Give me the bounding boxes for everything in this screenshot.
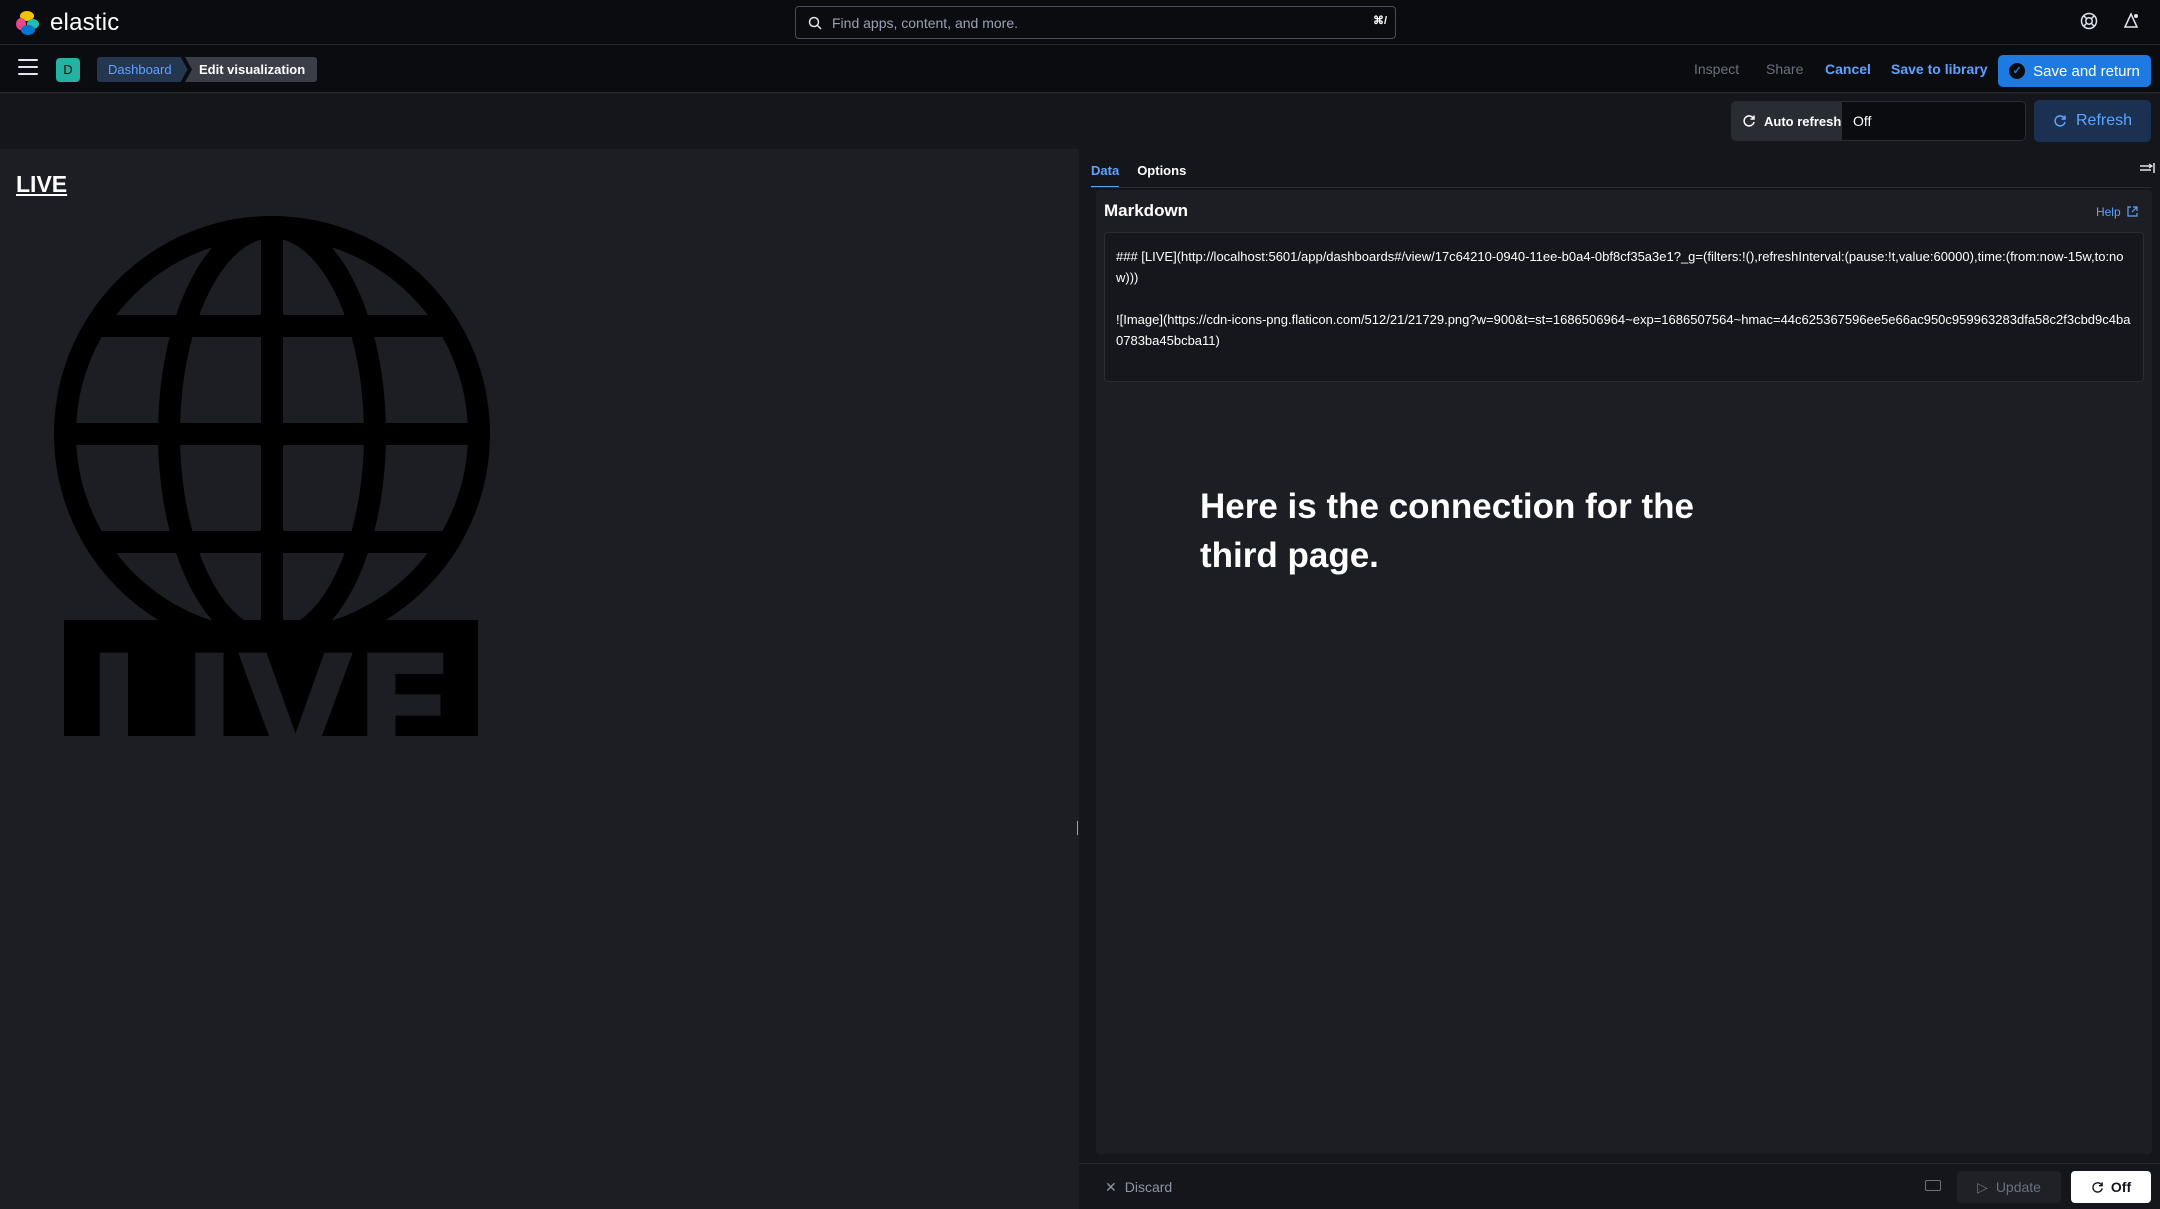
update-button[interactable]: ▷ Update xyxy=(1957,1171,2061,1203)
newsfeed-icon[interactable] xyxy=(2121,12,2141,32)
menu-icon[interactable] xyxy=(18,59,38,77)
refresh-cycle-icon xyxy=(1743,115,1755,127)
markdown-title: Markdown xyxy=(1104,201,1189,220)
discard-button[interactable]: ✕ Discard xyxy=(1105,1179,1172,1196)
close-icon: ✕ xyxy=(1105,1179,1117,1195)
logo-text: elastic xyxy=(50,9,120,36)
breadcrumb-edit-visualization: Edit visualization xyxy=(185,57,318,82)
app-navbar: D Dashboard Edit visualization Inspect S… xyxy=(0,45,2160,93)
markdown-panel: Markdown Help ### [LIVE](http://localhos… xyxy=(1096,190,2152,1154)
collapse-sidebar-icon[interactable] xyxy=(2139,161,2155,177)
live-globe-image: LIVE xyxy=(54,216,490,736)
auto-refresh-picker[interactable]: Auto refresh Off xyxy=(1731,101,2026,141)
editor-tabs: Data Options xyxy=(1091,155,1186,188)
overlay-caption: Here is the connection for the third pag… xyxy=(1200,487,1694,575)
live-dashboard-link[interactable]: LIVE xyxy=(16,171,67,198)
markdown-help-link[interactable]: Help xyxy=(2096,205,2138,219)
tabs-divider xyxy=(1091,187,2152,188)
help-link-label: Help xyxy=(2095,205,2121,219)
live-image-label: LIVE xyxy=(86,624,456,736)
save-and-return-label: Save and return xyxy=(2033,62,2140,80)
elastic-logo-icon xyxy=(14,9,42,37)
visualization-preview: LIVE LIVE xyxy=(0,149,1081,1209)
query-toolbar: Auto refresh Off Refresh xyxy=(0,94,2160,149)
refresh-button[interactable]: Refresh xyxy=(2034,100,2151,142)
markdown-line-link: ### [LIVE](http://localhost:5601/app/das… xyxy=(1116,249,2124,285)
inspect-link[interactable]: Inspect xyxy=(1694,61,1739,77)
elastic-logo[interactable]: elastic xyxy=(14,9,119,37)
editor-bottom-bar: ✕ Discard ▷ Update Off xyxy=(1079,1163,2160,1209)
keyboard-icon[interactable] xyxy=(1925,1180,1941,1191)
space-avatar[interactable]: D xyxy=(56,58,80,82)
auto-apply-toggle[interactable]: Off xyxy=(2071,1171,2151,1203)
auto-refresh-label: Auto refresh xyxy=(1764,113,1842,129)
tab-data[interactable]: Data xyxy=(1091,155,1120,188)
cancel-link[interactable]: Cancel xyxy=(1825,61,1871,77)
check-icon: ✓ xyxy=(2009,63,2026,79)
refresh-icon xyxy=(2092,1181,2103,1193)
search-shortcut: ⌘/ xyxy=(1372,15,1387,27)
breadcrumb-dashboard[interactable]: Dashboard xyxy=(97,57,188,82)
discard-label: Discard xyxy=(1124,1179,1173,1195)
help-icon[interactable] xyxy=(2079,12,2099,32)
global-search-input[interactable]: Find apps, content, and more. ⌘/ xyxy=(795,6,1396,39)
markdown-textarea[interactable]: ### [LIVE](http://localhost:5601/app/das… xyxy=(1104,232,2144,382)
markdown-line-image: ![Image](https://cdn-icons-png.flaticon.… xyxy=(1116,312,2131,348)
auto-refresh-toggle[interactable]: Auto refresh xyxy=(1732,102,1842,140)
auto-apply-label: Off xyxy=(2110,1179,2132,1195)
play-icon: ▷ xyxy=(1977,1178,1988,1195)
save-and-return-button[interactable]: ✓ Save and return xyxy=(1998,55,2151,87)
search-icon xyxy=(808,16,822,30)
auto-refresh-value: Off xyxy=(1853,113,1872,129)
external-link-icon xyxy=(2127,206,2138,217)
tab-options[interactable]: Options xyxy=(1137,155,1186,188)
editor-sidebar: Data Options Markdown Help ### [LIVE](ht… xyxy=(1079,149,2160,1209)
update-label: Update xyxy=(1995,1179,2041,1195)
refresh-label: Refresh xyxy=(2075,112,2133,129)
save-to-library-link[interactable]: Save to library xyxy=(1891,61,1988,77)
share-link[interactable]: Share xyxy=(1766,61,1803,77)
refresh-icon xyxy=(2054,115,2066,127)
search-placeholder: Find apps, content, and more. xyxy=(832,14,1018,31)
top-header: elastic Find apps, content, and more. ⌘/ xyxy=(0,0,2160,45)
